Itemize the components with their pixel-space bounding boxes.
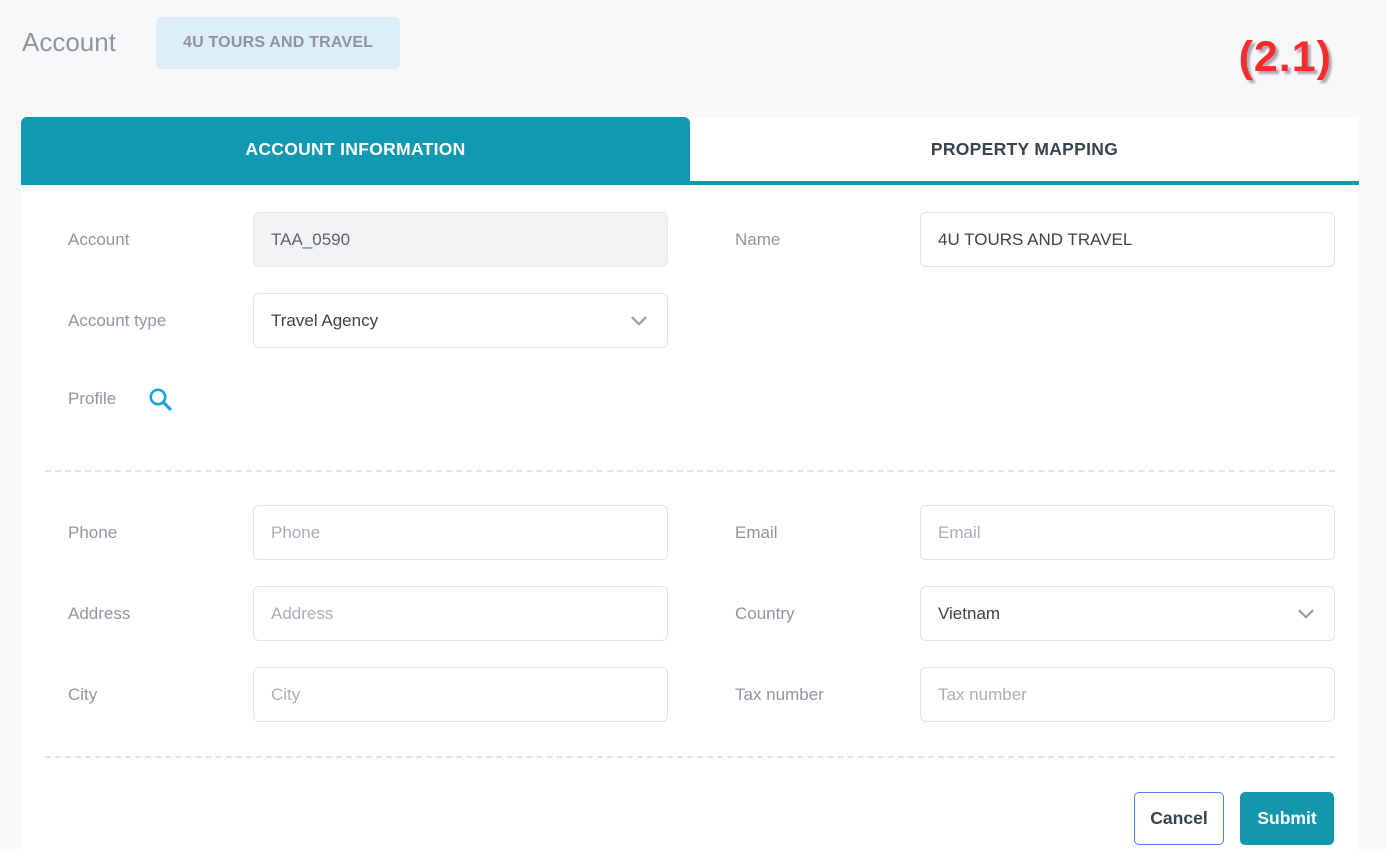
account-page: Account 4U TOURS AND TRAVEL (2.1) ACCOUN… <box>0 0 1387 849</box>
form-row-account-name: Account Name <box>68 212 1335 267</box>
address-input[interactable] <box>253 586 668 641</box>
address-label: Address <box>68 604 253 624</box>
form-row-phone-email: Phone Email <box>68 505 1335 560</box>
form-row-account-type: Account type Travel Agency <box>68 293 1335 348</box>
tab-bar: ACCOUNT INFORMATION PROPERTY MAPPING <box>21 117 1359 185</box>
city-label: City <box>68 685 253 705</box>
divider <box>45 470 1335 472</box>
annotation-step-label: (2.1) <box>1239 33 1332 82</box>
account-label: Account <box>68 230 253 250</box>
account-form: Account Name Account type Travel Agency <box>21 185 1359 845</box>
profile-search-button[interactable] <box>146 385 174 413</box>
chevron-down-icon <box>628 310 650 332</box>
account-type-label: Account type <box>68 311 253 331</box>
submit-button[interactable]: Submit <box>1240 792 1334 845</box>
account-name-badge: 4U TOURS AND TRAVEL <box>156 17 400 69</box>
email-input[interactable] <box>920 505 1335 560</box>
name-input[interactable] <box>920 212 1335 267</box>
tax-number-label: Tax number <box>735 685 920 705</box>
phone-label: Phone <box>68 523 253 543</box>
chevron-down-icon <box>1295 603 1317 625</box>
form-row-city-tax: City Tax number <box>68 667 1335 722</box>
divider <box>45 756 1335 758</box>
cancel-button[interactable]: Cancel <box>1134 792 1224 845</box>
account-card: ACCOUNT INFORMATION PROPERTY MAPPING Acc… <box>21 117 1359 849</box>
email-label: Email <box>735 523 920 543</box>
account-input <box>253 212 668 267</box>
name-label: Name <box>735 230 920 250</box>
city-input[interactable] <box>253 667 668 722</box>
account-type-value: Travel Agency <box>271 311 378 331</box>
tax-number-input[interactable] <box>920 667 1335 722</box>
country-label: Country <box>735 604 920 624</box>
profile-label: Profile <box>68 389 116 409</box>
phone-input[interactable] <box>253 505 668 560</box>
country-value: Vietnam <box>938 604 1000 624</box>
form-row-profile: Profile <box>68 374 1335 424</box>
account-type-select[interactable]: Travel Agency <box>253 293 668 348</box>
country-select[interactable]: Vietnam <box>920 586 1335 641</box>
tab-property-mapping[interactable]: PROPERTY MAPPING <box>690 117 1359 181</box>
page-title: Account <box>22 27 116 58</box>
tab-account-information[interactable]: ACCOUNT INFORMATION <box>21 117 690 181</box>
search-icon <box>147 386 174 413</box>
form-row-address-country: Address Country Vietnam <box>68 586 1335 641</box>
form-actions: Cancel Submit <box>68 792 1335 845</box>
